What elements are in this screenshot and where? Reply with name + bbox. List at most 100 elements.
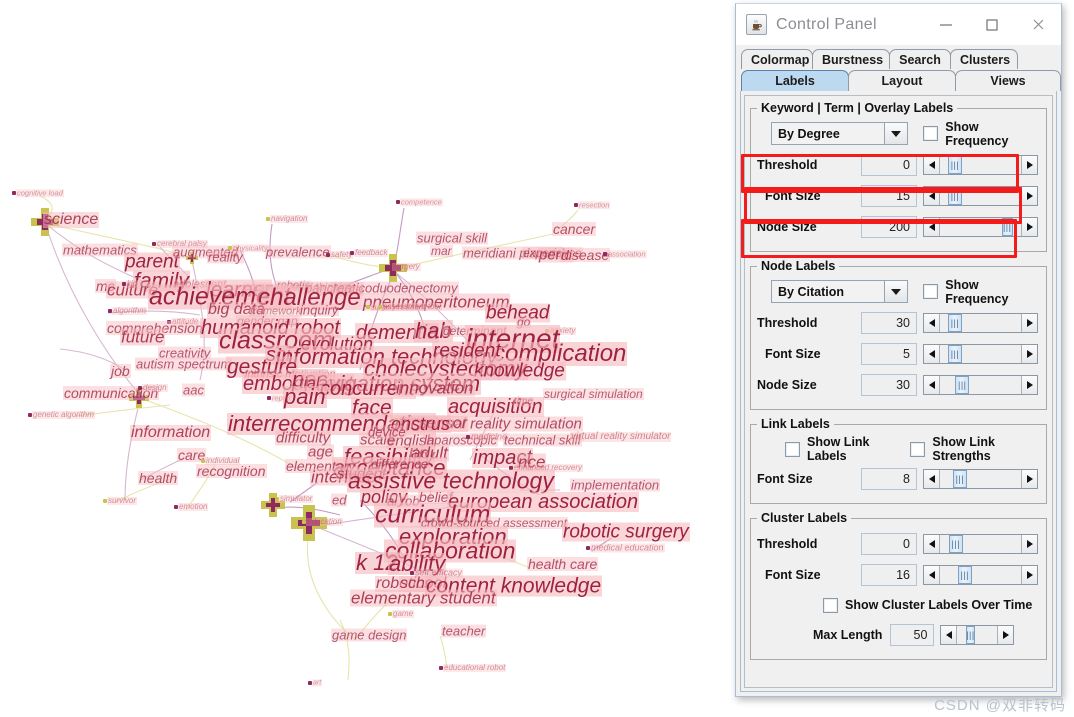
slider-right-arrow-icon[interactable]: [997, 626, 1013, 644]
cluster-fontsize-value[interactable]: 16: [861, 564, 917, 586]
keyword-show-frequency-checkbox[interactable]: Show Frequency: [923, 120, 1040, 148]
close-button[interactable]: [1015, 5, 1061, 45]
node-nodesize-value[interactable]: 30: [861, 374, 917, 396]
slider-right-arrow-icon[interactable]: [1021, 535, 1037, 553]
keyword-label[interactable]: game design: [331, 629, 407, 642]
checkbox-box[interactable]: [785, 442, 800, 457]
node-nodesize-slider[interactable]: |||: [923, 375, 1038, 395]
keyword-label[interactable]: surgical skill: [416, 232, 488, 245]
keyword-label[interactable]: competence: [400, 198, 443, 206]
keyword-label[interactable]: emotion: [178, 503, 208, 511]
keyword-label[interactable]: autism spectrum: [135, 358, 232, 371]
slider-left-arrow-icon[interactable]: [924, 470, 940, 488]
slider-left-arrow-icon[interactable]: [924, 187, 940, 205]
slider-left-arrow-icon[interactable]: [924, 376, 940, 394]
keyword-label[interactable]: cancer: [552, 222, 596, 236]
tab-views[interactable]: Views: [955, 70, 1061, 91]
keyword-label[interactable]: genetic algorithm: [32, 411, 95, 419]
keyword-label[interactable]: science: [43, 212, 99, 228]
slider-right-arrow-icon[interactable]: [1021, 566, 1037, 584]
keyword-label[interactable]: implementation: [570, 479, 660, 492]
keyword-label[interactable]: cognitive load: [16, 189, 64, 197]
slider-left-arrow-icon[interactable]: [924, 535, 940, 553]
keyword-label[interactable]: aac: [182, 384, 205, 397]
link-fontsize-value[interactable]: 8: [861, 468, 917, 490]
chevron-down-icon[interactable]: [884, 123, 907, 144]
node-threshold-value[interactable]: 30: [861, 312, 917, 334]
slider-right-arrow-icon[interactable]: [1021, 187, 1037, 205]
show-link-strengths-checkbox[interactable]: Show Link Strengths: [910, 435, 1040, 463]
node-mode-combobox[interactable]: By Citation: [771, 280, 908, 303]
node-fontsize-slider[interactable]: |||: [923, 344, 1038, 364]
node-threshold-slider[interactable]: |||: [923, 313, 1038, 333]
keyword-label[interactable]: inquiry: [299, 304, 339, 317]
checkbox-box[interactable]: [923, 284, 938, 299]
slider-left-arrow-icon[interactable]: [924, 345, 940, 363]
keyword-label[interactable]: game: [392, 610, 414, 618]
window-title-bar[interactable]: Control Panel: [736, 4, 1061, 45]
maximize-button[interactable]: [969, 5, 1015, 45]
keyword-label[interactable]: feedback: [354, 249, 388, 257]
keyword-label[interactable]: mar: [430, 245, 453, 257]
show-link-labels-checkbox[interactable]: Show Link Labels: [785, 435, 898, 463]
max-length-value[interactable]: 50: [890, 624, 934, 646]
keyword-label[interactable]: elementary student: [350, 590, 497, 607]
keyword-label[interactable]: teacher: [441, 625, 486, 638]
keyword-nodesize-value[interactable]: 200: [861, 216, 917, 238]
checkbox-box[interactable]: [923, 126, 938, 141]
keyword-label[interactable]: information: [130, 425, 211, 441]
tab-clusters[interactable]: Clusters: [950, 49, 1018, 69]
tab-labels[interactable]: Labels: [741, 70, 849, 91]
keyword-label[interactable]: robotic surgery: [562, 523, 690, 542]
minimize-button[interactable]: [923, 5, 969, 45]
slider-right-arrow-icon[interactable]: [1021, 314, 1037, 332]
keyword-label[interactable]: reality: [207, 251, 244, 264]
keyword-fontsize-value[interactable]: 15: [861, 185, 917, 207]
keyword-label[interactable]: resection: [578, 201, 610, 209]
keyword-label[interactable]: prevalence: [265, 246, 331, 259]
keyword-threshold-slider[interactable]: |||: [923, 155, 1038, 175]
cluster-threshold-slider[interactable]: |||: [923, 534, 1038, 554]
keyword-label[interactable]: assessment tool: [382, 303, 442, 311]
node-show-frequency-checkbox[interactable]: Show Frequency: [923, 278, 1040, 306]
keyword-label[interactable]: algorithm: [112, 307, 147, 315]
keyword-label[interactable]: job: [110, 364, 131, 378]
keyword-fontsize-slider[interactable]: |||: [923, 186, 1038, 206]
keyword-label[interactable]: medical education: [590, 544, 665, 553]
keyword-label[interactable]: device: [367, 426, 407, 439]
keyword-label[interactable]: health care: [527, 557, 598, 571]
keyword-label[interactable]: art: [312, 680, 322, 687]
slider-right-arrow-icon[interactable]: [1021, 156, 1037, 174]
tab-layout[interactable]: Layout: [848, 70, 956, 91]
tab-colormap[interactable]: Colormap: [741, 49, 813, 69]
keyword-label[interactable]: virtual reality simulator: [570, 432, 671, 442]
slider-right-arrow-icon[interactable]: [1021, 470, 1037, 488]
slider-left-arrow-icon[interactable]: [941, 626, 957, 644]
keyword-label[interactable]: navigation: [270, 215, 308, 223]
keyword-threshold-value[interactable]: 0: [861, 154, 917, 176]
keyword-label[interactable]: educational robot: [443, 664, 506, 672]
slider-right-arrow-icon[interactable]: [1021, 218, 1037, 236]
chevron-down-icon[interactable]: [884, 281, 907, 302]
keyword-label[interactable]: surgical simulation: [543, 388, 644, 400]
tab-search[interactable]: Search: [889, 49, 951, 69]
slider-left-arrow-icon[interactable]: [924, 218, 940, 236]
keyword-label[interactable]: health: [138, 471, 178, 485]
checkbox-box[interactable]: [823, 598, 838, 613]
keyword-label[interactable]: future: [120, 329, 165, 346]
node-fontsize-value[interactable]: 5: [861, 343, 917, 365]
keyword-label[interactable]: simulator: [279, 495, 313, 503]
slider-left-arrow-icon[interactable]: [924, 156, 940, 174]
keyword-label[interactable]: association: [607, 250, 647, 258]
keyword-label[interactable]: recognition: [196, 464, 267, 478]
tab-burstness[interactable]: Burstness: [812, 49, 890, 69]
slider-right-arrow-icon[interactable]: [1021, 345, 1037, 363]
max-length-slider[interactable]: |||: [940, 625, 1014, 645]
slider-left-arrow-icon[interactable]: [924, 314, 940, 332]
keyword-mode-combobox[interactable]: By Degree: [771, 122, 908, 145]
show-cluster-labels-over-time-checkbox[interactable]: Show Cluster Labels Over Time: [823, 598, 1032, 613]
keyword-label[interactable]: ed: [331, 494, 347, 507]
control-panel-window[interactable]: Control Panel Colormap Burstness Search …: [735, 3, 1062, 697]
keyword-label[interactable]: surgery: [392, 263, 421, 271]
slider-right-arrow-icon[interactable]: [1021, 376, 1037, 394]
